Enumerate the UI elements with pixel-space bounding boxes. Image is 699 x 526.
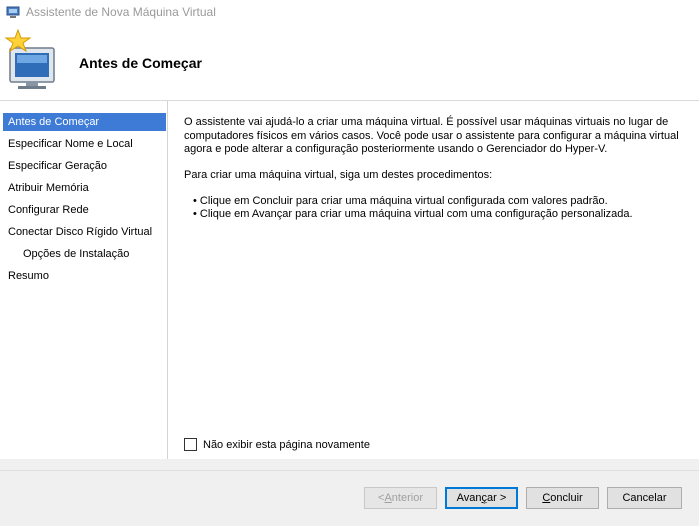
- previous-label-rest: nterior: [391, 492, 423, 504]
- previous-button[interactable]: < Anterior: [364, 487, 437, 509]
- step-connect-virtual-hard-disk[interactable]: Conectar Disco Rígido Virtual: [3, 223, 166, 241]
- step-installation-options[interactable]: Opções de Instalação: [3, 245, 166, 263]
- footer-divider: [0, 470, 699, 471]
- intro-line: O assistente vai ajudá-lo a criar uma má…: [184, 116, 669, 128]
- intro-line: computadores físicos em vários casos. Vo…: [184, 129, 679, 142]
- title-bar[interactable]: Assistente de Nova Máquina Virtual: [0, 0, 699, 24]
- next-label-rest: ar >: [487, 492, 507, 504]
- virtual-machine-icon: [6, 6, 20, 18]
- finish-label-mnemonic: C: [542, 492, 551, 504]
- cancel-button[interactable]: Cancelar: [607, 487, 682, 509]
- dont-show-again-checkbox[interactable]: [184, 438, 197, 451]
- wizard-header: Antes de Começar: [0, 24, 699, 101]
- procedures-intro: Para criar uma máquina virtual, siga um …: [184, 169, 493, 181]
- next-button[interactable]: Avan ç ar >: [445, 487, 518, 509]
- intro-text: O assistente vai ajudá-lo a criar uma má…: [184, 116, 684, 157]
- new-virtual-machine-wizard-icon: [4, 28, 55, 89]
- step-before-you-begin[interactable]: Antes de Começar: [3, 113, 166, 131]
- page-heading: Antes de Começar: [79, 55, 202, 71]
- bullet-finish: • Clique em Concluir para criar uma máqu…: [193, 195, 608, 207]
- step-specify-generation[interactable]: Especificar Geração: [3, 157, 166, 175]
- finish-button[interactable]: Concluir: [526, 487, 599, 509]
- dont-show-again-row[interactable]: Não exibir esta página novamente: [184, 438, 370, 451]
- next-label-prefix: Avan: [456, 492, 482, 504]
- step-specify-name-location[interactable]: Especificar Nome e Local: [3, 135, 166, 153]
- previous-label-mnemonic: A: [384, 492, 392, 504]
- window-title: Assistente de Nova Máquina Virtual: [26, 5, 216, 19]
- wizard-steps-sidebar: Antes de Começar Especificar Nome e Loca…: [0, 101, 168, 459]
- intro-line: agora e pode alterar a configuração post…: [184, 143, 608, 155]
- step-configure-network[interactable]: Configurar Rede: [3, 201, 166, 219]
- finish-label-rest: oncluir: [550, 492, 583, 504]
- dont-show-again-label[interactable]: Não exibir esta página novamente: [203, 439, 370, 451]
- bullet-next: • Clique em Avançar para criar uma máqui…: [193, 208, 633, 220]
- step-assign-memory[interactable]: Atribuir Memória: [3, 179, 166, 197]
- step-summary[interactable]: Resumo: [3, 267, 166, 285]
- wizard-content: O assistente vai ajudá-lo a criar uma má…: [168, 101, 699, 459]
